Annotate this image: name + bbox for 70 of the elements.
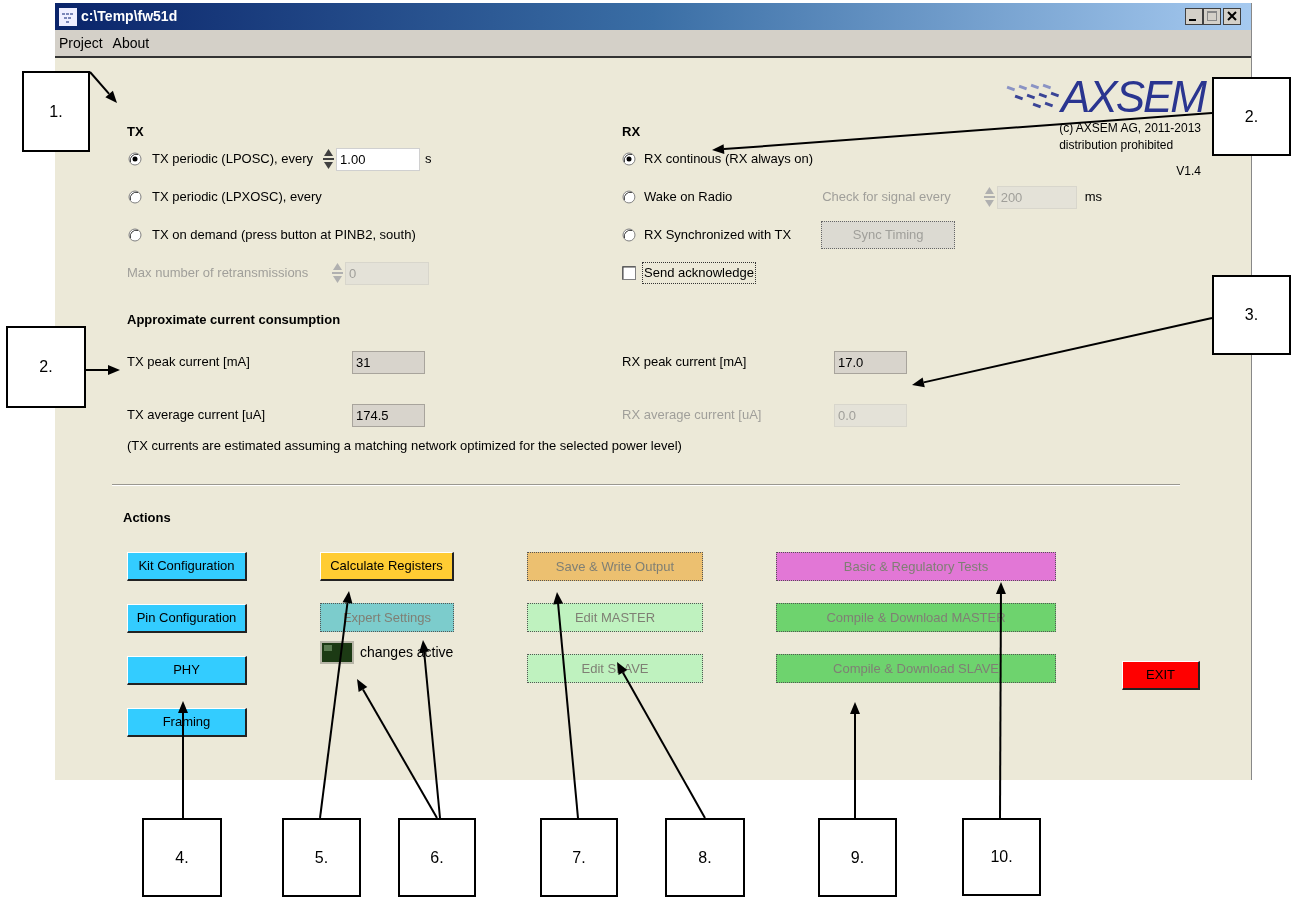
radio-button[interactable]: [128, 228, 142, 242]
note-text: (TX currents are estimated assuming a matching network optimized for the selected power level): [127, 437, 682, 454]
action-button: Compile & Download SLAVE: [776, 654, 1056, 683]
action-button[interactable]: Pin Configuration: [127, 604, 247, 633]
close-button[interactable]: [1223, 8, 1241, 25]
input-field: 200: [996, 185, 1077, 209]
menu-item[interactable]: About: [112, 32, 150, 54]
radio-button[interactable]: [622, 190, 636, 204]
spinner-arrows-icon: [332, 261, 343, 285]
option-label: RX continous (RX always on): [644, 150, 814, 169]
action-button: Edit MASTER: [527, 603, 703, 632]
option-label: Wake on Radio: [643, 188, 734, 207]
checkbox[interactable]: [622, 266, 636, 280]
radio-button[interactable]: [622, 152, 636, 166]
section-heading: RX: [622, 123, 641, 140]
section-heading: Approximate current consumption: [127, 311, 341, 326]
maximize-button[interactable]: [1203, 8, 1221, 25]
callout-label: 10.: [962, 818, 1041, 896]
checkbox-label: Send acknowledge: [642, 262, 756, 284]
input-field[interactable]: 17.0: [834, 350, 907, 374]
unit-label: ms: [1084, 188, 1102, 207]
callout-label: 1.: [22, 71, 90, 152]
section-heading: TX: [127, 123, 144, 140]
field-label: RX peak current [mA]: [622, 353, 748, 372]
action-button: Basic & Regulatory Tests: [776, 552, 1056, 581]
notice-text: distribution prohibited: [1059, 137, 1174, 154]
callout-label: 5.: [282, 818, 361, 897]
field-label: RX average current [uA]: [622, 406, 763, 425]
input-field: 0.0: [834, 403, 907, 427]
callout-label: 2.: [1212, 77, 1291, 156]
app-icon: [59, 7, 77, 26]
radio-button[interactable]: [622, 228, 636, 242]
arrow: [85, 365, 120, 375]
field-label: TX average current [uA]: [127, 406, 266, 425]
section-heading: Actions: [123, 509, 171, 524]
company-logo: AXSEM: [1060, 77, 1205, 117]
callout-label: 4.: [142, 818, 222, 897]
callout-label: 9.: [818, 818, 897, 897]
action-button[interactable]: PHY: [127, 656, 247, 685]
unit-label: s: [425, 150, 432, 169]
action-button[interactable]: Kit Configuration: [127, 552, 247, 581]
action-button[interactable]: EXIT: [1122, 661, 1200, 690]
callout-label: 2.: [6, 326, 86, 408]
callout-label: 6.: [398, 818, 476, 897]
radio-button[interactable]: [128, 152, 142, 166]
field-label: Max number of retransmissions: [127, 264, 310, 283]
option-label: RX Synchronized with TX: [644, 226, 792, 245]
spinner-arrows-icon[interactable]: [323, 147, 335, 171]
option-label: TX on demand (press button at PINB2, south): [152, 226, 416, 245]
spinner-arrows-icon: [983, 185, 995, 209]
callout-label: 3.: [1212, 275, 1291, 355]
input-field: 0: [345, 261, 429, 285]
callout-label: 8.: [665, 818, 745, 897]
input-field[interactable]: 1.00: [336, 147, 421, 171]
option-label: TX periodic (LPOSC), every: [152, 150, 314, 169]
field-label: TX peak current [mA]: [127, 353, 251, 372]
version-label: V1.4: [1176, 163, 1201, 180]
action-button[interactable]: Calculate Registers: [320, 552, 454, 581]
arrow: [89, 71, 117, 103]
radio-button[interactable]: [128, 190, 142, 204]
action-button: Save & Write Output: [527, 552, 703, 581]
menu-item[interactable]: Project: [59, 32, 103, 54]
input-field[interactable]: 174.5: [352, 403, 425, 427]
window-title: c:\Temp\fw51d: [81, 7, 179, 26]
input-field[interactable]: 31: [352, 350, 425, 374]
callout-label: 7.: [540, 818, 618, 897]
field-label: Check for signal every: [822, 188, 952, 207]
minimize-button[interactable]: [1185, 8, 1203, 25]
option-label: TX periodic (LPXOSC), every: [152, 188, 322, 207]
sync-timing-button: Sync Timing: [821, 221, 956, 249]
